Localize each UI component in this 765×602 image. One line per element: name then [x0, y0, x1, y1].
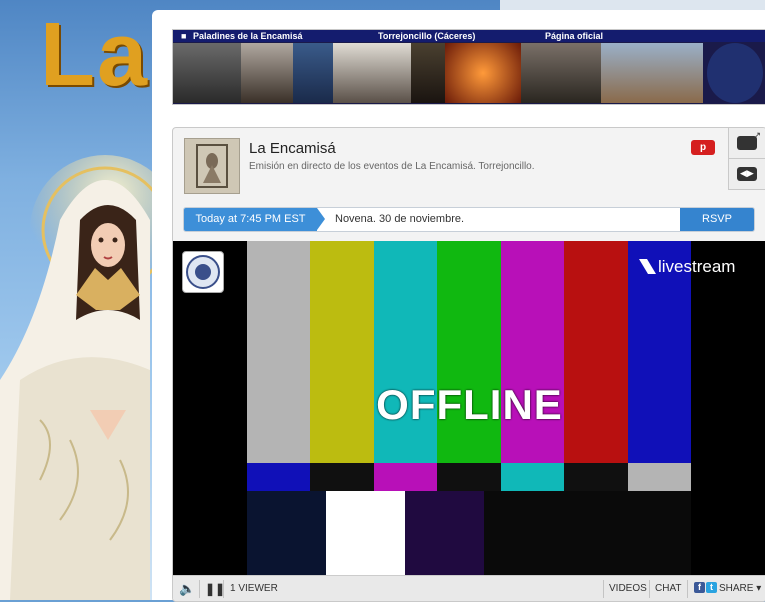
channel-logo-overlay — [182, 251, 224, 293]
expand-button[interactable]: ◀▶ — [728, 159, 765, 190]
livestream-logo: livestream — [639, 257, 735, 277]
banner-photo-5 — [411, 43, 445, 103]
popout-arrow-icon: ↗ — [753, 130, 761, 140]
divider — [687, 580, 688, 598]
event-bar: Today at 7:45 PM EST Novena. 30 de novie… — [183, 207, 755, 232]
event-title[interactable]: Novena. 30 de noviembre. — [335, 208, 464, 231]
banner-photo-3 — [293, 43, 333, 103]
volume-icon[interactable]: 🔈 — [179, 576, 195, 601]
color-bars-bottom — [247, 491, 691, 575]
share-button[interactable]: SHARE ▾ — [719, 576, 762, 601]
color-bar — [437, 241, 501, 463]
twitter-icon: t — [706, 582, 717, 593]
color-bar — [373, 463, 438, 491]
offline-label: OFFLINE — [376, 381, 563, 428]
chat-button[interactable]: CHAT — [655, 576, 681, 601]
livestream-widget: La Encamisá Emisión en directo de los ev… — [172, 127, 765, 602]
color-bar — [500, 241, 565, 463]
chevron-down-icon: ▾ — [756, 583, 762, 594]
banner-photo-7 — [521, 43, 601, 103]
banner-logo — [707, 43, 763, 103]
divider — [223, 580, 224, 598]
header-banner: ■ Paladines de la Encamisá Torrejoncillo… — [172, 29, 765, 105]
viewer-count: 1 VIEWER — [230, 583, 278, 594]
banner-photo-4 — [333, 43, 411, 103]
channel-title[interactable]: La Encamisá — [249, 140, 336, 157]
color-block — [405, 491, 484, 575]
banner-left-text: Paladines de la Encamisá — [193, 31, 303, 41]
player-controls: 🔈 ❚❚ 1 VIEWER VIDEOS CHAT f t SHARE ▾ — [173, 575, 765, 601]
divider — [649, 580, 650, 598]
color-bars — [247, 241, 691, 463]
channel-description: Emisión en directo de los eventos de La … — [249, 161, 535, 172]
color-bar — [310, 241, 374, 463]
event-time: Today at 7:45 PM EST — [184, 208, 325, 231]
color-bar — [373, 241, 438, 463]
divider — [603, 580, 604, 598]
banner-photo-1 — [173, 43, 241, 103]
livestream-text: livestream — [658, 257, 736, 276]
crest-icon — [186, 255, 220, 289]
banner-right-text: Página oficial — [545, 31, 604, 41]
facebook-icon: f — [694, 582, 705, 593]
color-bar — [247, 241, 311, 463]
color-bar — [564, 463, 628, 491]
color-bar — [437, 463, 501, 491]
banner-bar: ■ Paladines de la Encamisá Torrejoncillo… — [173, 30, 765, 42]
channel-thumbnail[interactable] — [184, 138, 240, 194]
rsvp-button[interactable]: RSVP — [680, 208, 754, 231]
color-bar — [247, 463, 311, 491]
color-block — [326, 491, 405, 575]
color-block — [247, 491, 326, 575]
share-label: SHARE — [719, 583, 754, 594]
virgin-illustration — [0, 155, 155, 600]
video-player[interactable]: OFFLINE livestream — [173, 241, 765, 575]
color-block — [484, 491, 691, 575]
videos-button[interactable]: VIDEOS — [609, 576, 647, 601]
divider — [199, 580, 200, 598]
color-bar — [500, 463, 565, 491]
youtube-icon[interactable]: p — [691, 140, 715, 155]
livestream-icon — [639, 259, 656, 274]
color-bar — [564, 241, 628, 463]
banner-photo-6 — [445, 43, 521, 103]
top-strip — [500, 0, 765, 10]
color-bar — [627, 463, 691, 491]
channel-thumbnail-image — [196, 144, 228, 188]
expand-icon: ◀▶ — [737, 167, 757, 181]
color-bar — [310, 463, 374, 491]
banner-bullet: ■ — [181, 31, 187, 41]
color-bars-middle — [247, 463, 691, 491]
banner-photo-8 — [601, 43, 703, 103]
popout-button[interactable]: ↗ — [728, 128, 765, 159]
banner-photo-2 — [241, 43, 293, 103]
banner-center-text: Torrejoncillo (Cáceres) — [378, 31, 476, 41]
